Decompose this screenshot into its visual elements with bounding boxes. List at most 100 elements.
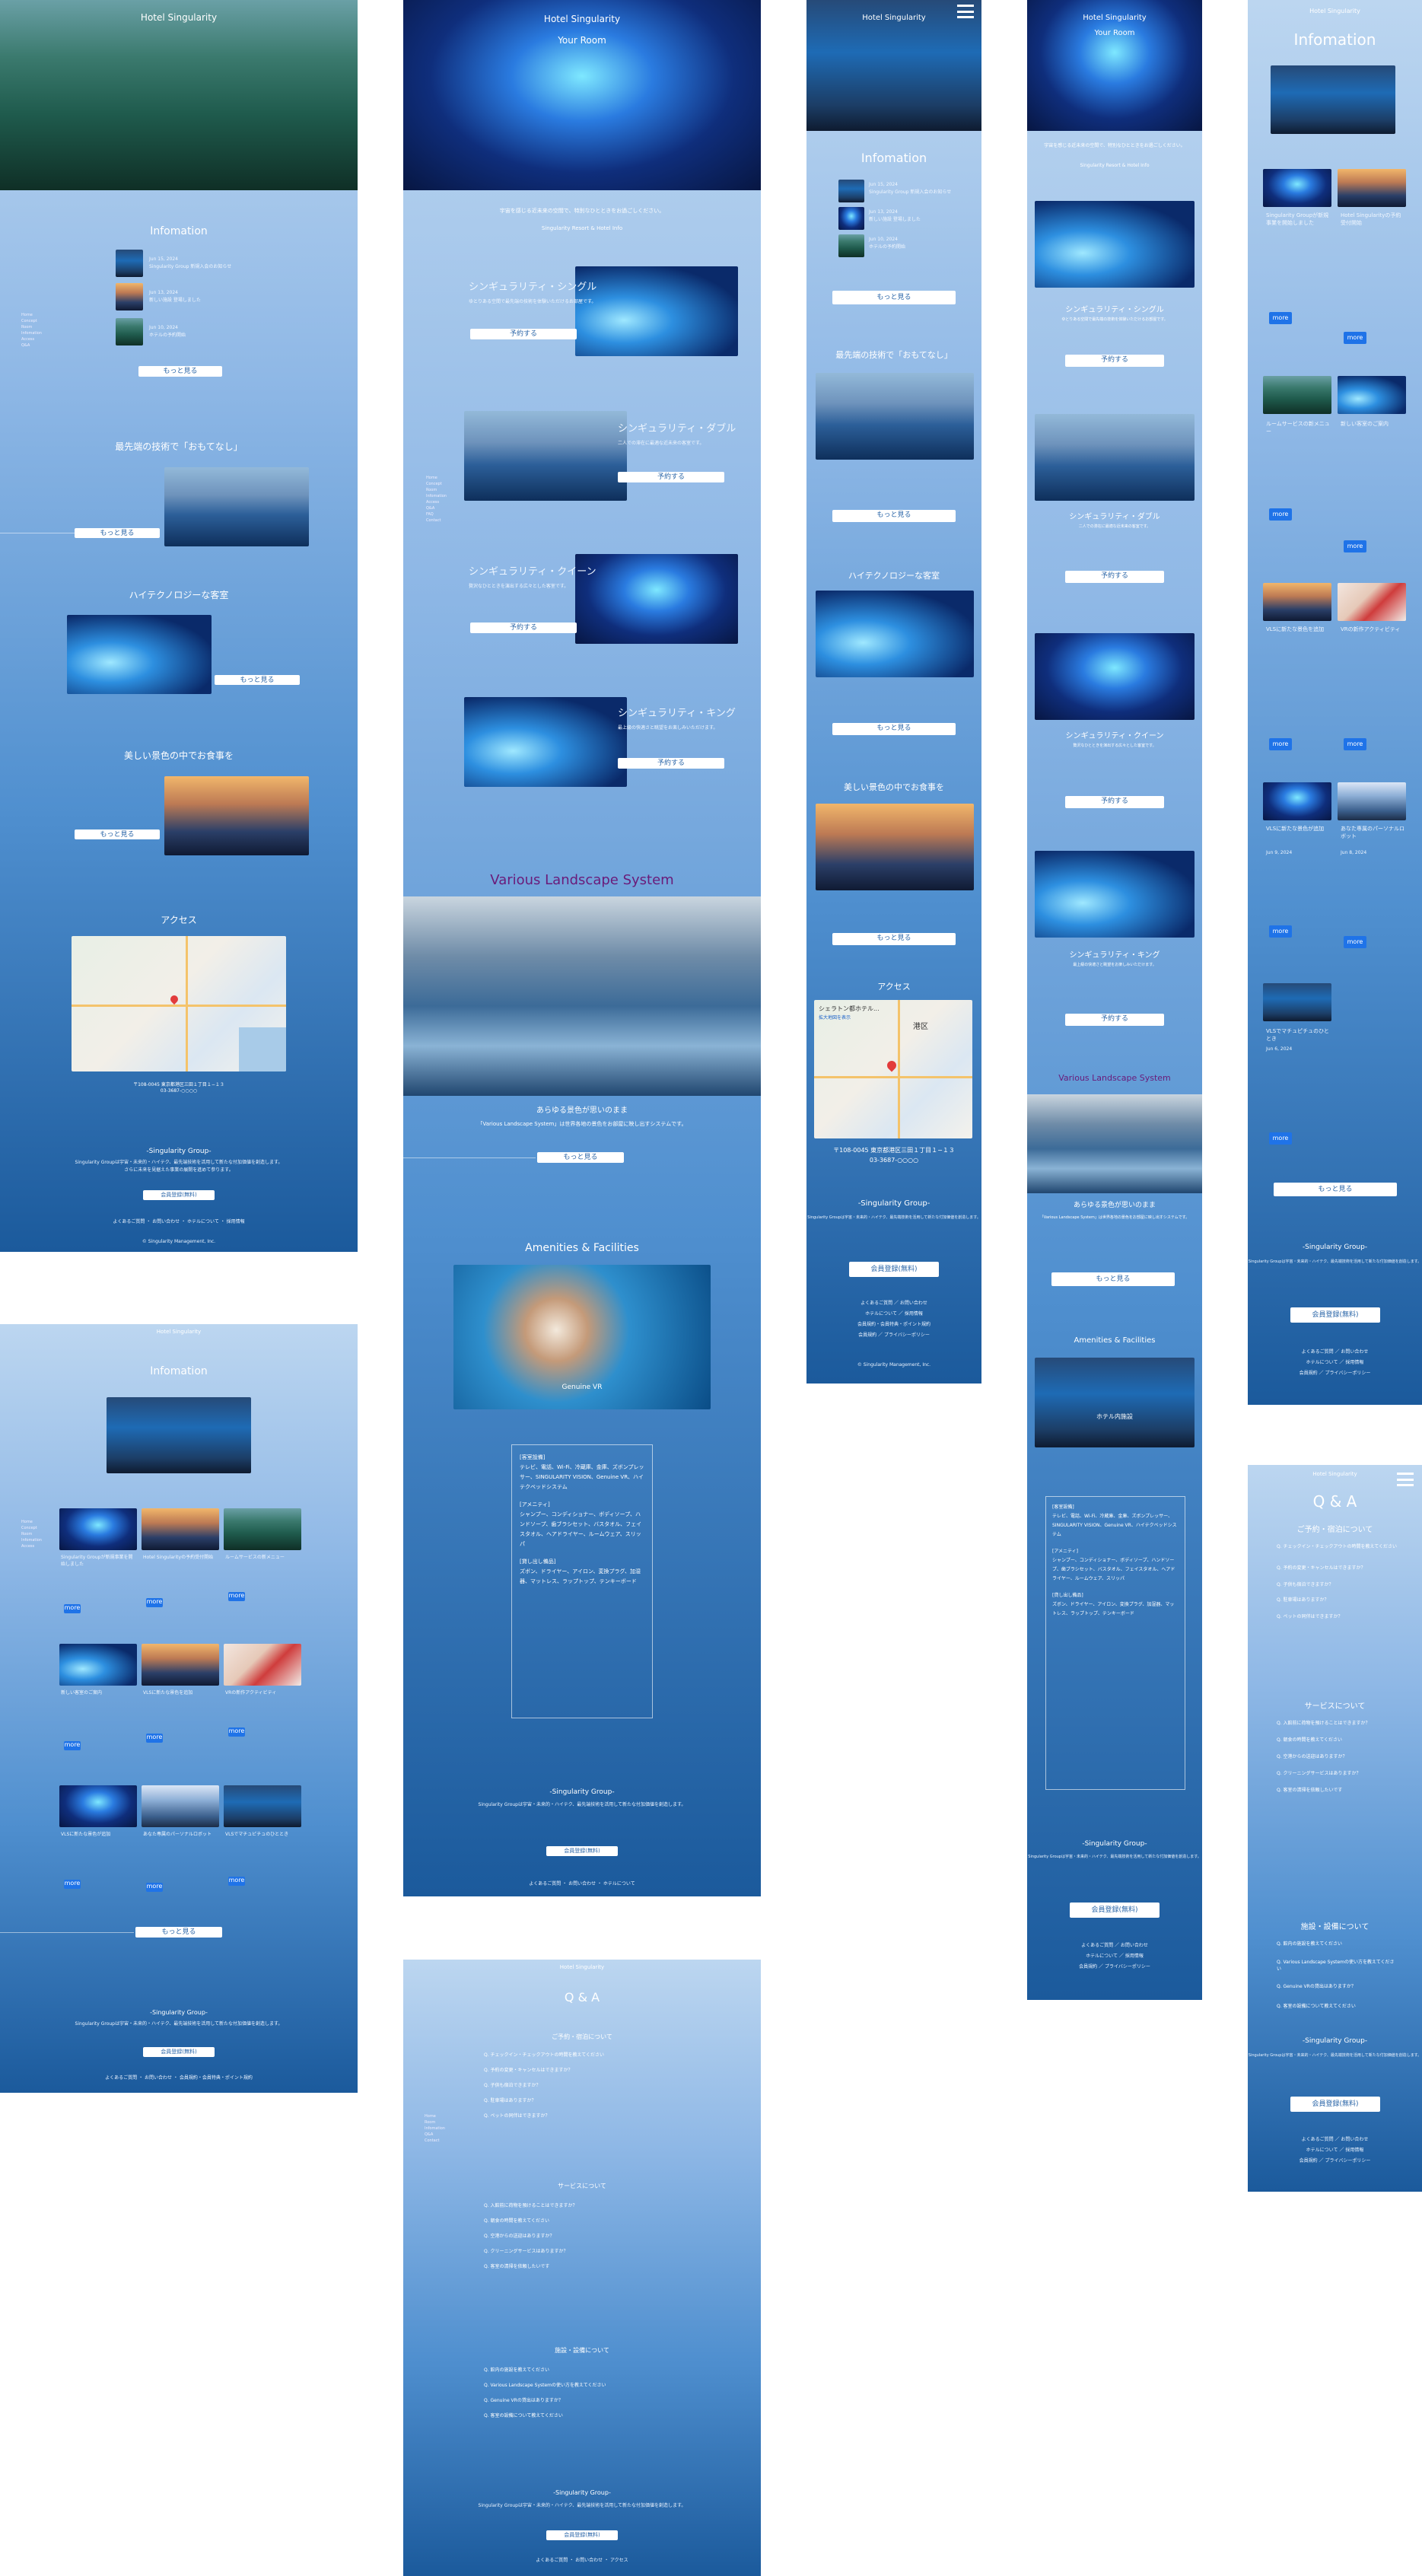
room-intro-link[interactable]: Singularity Resort & Hotel Info <box>403 225 761 231</box>
hotel-logo[interactable]: Hotel Singularity <box>403 1964 761 1970</box>
side-menu-item[interactable]: Q&A <box>426 505 457 511</box>
news-card-more[interactable]: more <box>64 1880 81 1889</box>
news-card-image[interactable] <box>142 1644 219 1686</box>
side-menu-item[interactable]: Concept <box>21 1525 52 1531</box>
footer-link[interactable]: 採用情報 <box>1125 1953 1144 1959</box>
footer-link[interactable]: 会員規約 <box>1079 1964 1097 1969</box>
qa-item[interactable]: Q. 子供も宿泊できますか？ <box>484 2081 541 2088</box>
room-king-image[interactable] <box>1035 851 1195 938</box>
news-card-image[interactable] <box>59 1785 137 1827</box>
news-card-image[interactable] <box>1263 583 1331 621</box>
footer-link[interactable]: お問い合わせ <box>575 2558 603 2563</box>
news-card-more[interactable]: more <box>228 1877 245 1886</box>
qa-item[interactable]: Q. Various Landscape Systemの使い方を教えてください <box>484 2381 606 2388</box>
footer-link[interactable]: よくあるご質問 <box>105 2075 137 2081</box>
news-card-title[interactable]: 新しい客室のご案内 <box>61 1689 135 1696</box>
room-single-reserve[interactable]: 予約する <box>1065 355 1164 367</box>
footer-link[interactable]: 会員規約 <box>1300 2158 1318 2164</box>
qa-item[interactable]: Q. 入館前に荷物を預けることはできますか？ <box>484 2202 577 2208</box>
footer-link[interactable]: ホテルについて <box>187 1219 219 1224</box>
news-card-title[interactable]: 新しい客室のご案内 <box>1341 420 1405 428</box>
feature-tec-more[interactable]: もっと見る <box>832 510 956 522</box>
qa-item[interactable]: Q. 駐車場はありますか？ <box>484 2097 536 2103</box>
news-text-3[interactable]: ホテルの予約開始 <box>869 244 975 250</box>
more-button[interactable]: もっと見る <box>1274 1183 1397 1196</box>
room-queen-image[interactable] <box>1035 633 1195 720</box>
side-menu-item[interactable]: Contact <box>426 517 457 524</box>
room-single-image[interactable] <box>1035 201 1195 288</box>
news-card-image[interactable] <box>1338 782 1406 820</box>
qa-item[interactable]: Q. 館内の施設を教えてください <box>1277 1940 1398 1947</box>
qa-item[interactable]: Q. 入館前に荷物を預けることはできますか？ <box>1277 1719 1398 1726</box>
feature-dinner-more[interactable]: もっと見る <box>832 933 956 945</box>
news-card-more[interactable]: more <box>146 1734 163 1743</box>
side-menu-item[interactable]: Access <box>21 336 52 342</box>
news-card-more[interactable]: more <box>228 1592 245 1601</box>
map-link[interactable]: 拡大地図を表示 <box>819 1014 851 1021</box>
more-button[interactable]: もっと見る <box>138 366 222 377</box>
news-card-image[interactable] <box>1338 583 1406 621</box>
side-menu-item[interactable]: Infomation <box>21 330 52 336</box>
room-double-image[interactable] <box>1035 414 1195 501</box>
news-card-more[interactable]: more <box>146 1883 163 1892</box>
footer-link[interactable]: お問い合わせ <box>1341 1349 1368 1355</box>
room-single-reserve[interactable]: 予約する <box>470 329 577 339</box>
qa-item[interactable]: Q. 駐車場はありますか？ <box>1277 1596 1398 1603</box>
news-card-title[interactable]: VRの新作アクティビティ <box>1341 626 1405 633</box>
qa-item[interactable]: Q. 予約の変更・キャンセルはできますか？ <box>484 2066 573 2073</box>
news-card-more[interactable]: more <box>1269 508 1292 521</box>
news-card-title[interactable]: VLSに新たな景色を追加 <box>143 1689 218 1696</box>
footer-link[interactable]: 会員規約・会員特典・ポイント規約 <box>180 2075 253 2081</box>
news-card-image[interactable] <box>59 1644 137 1686</box>
room-single-image[interactable] <box>575 266 738 356</box>
footer-link[interactable]: 会員規約・会員特典・ポイント規約 <box>857 1322 931 1327</box>
news-card-image[interactable] <box>224 1508 301 1550</box>
news-card-image[interactable] <box>1338 169 1406 207</box>
news-card-more[interactable]: more <box>1269 738 1292 750</box>
side-menu-item[interactable]: Home <box>21 312 52 318</box>
news-card-image[interactable] <box>142 1785 219 1827</box>
room-queen-reserve[interactable]: 予約する <box>1065 796 1164 808</box>
qa-item[interactable]: Q. Genuine VRの貸出はありますか？ <box>1277 1982 1398 1989</box>
hotel-logo[interactable]: Hotel Singularity <box>1248 1471 1422 1477</box>
footer-link[interactable]: ホテルについて <box>1306 1360 1338 1365</box>
qa-item[interactable]: Q. 客室の清掃を依頼したいです <box>1277 1786 1398 1793</box>
footer-link[interactable]: よくあるご質問 <box>1302 1349 1334 1355</box>
qa-item[interactable]: Q. 館内の施設を教えてください <box>484 2366 549 2373</box>
member-button[interactable]: 会員登録(無料) <box>849 1262 939 1277</box>
landscape-more[interactable]: もっと見る <box>1051 1272 1175 1286</box>
qa-item[interactable]: Q. 空港からの送迎はありますか？ <box>484 2232 555 2239</box>
qa-item[interactable]: Q. クリーニングサービスはありますか？ <box>1277 1769 1398 1776</box>
room-intro-link[interactable]: Singularity Resort & Hotel Info <box>1027 163 1202 168</box>
side-menu-item[interactable]: Infomation <box>426 493 457 499</box>
room-queen-image[interactable] <box>575 554 738 644</box>
footer-link[interactable]: プライバシーポリシー <box>1325 2158 1370 2164</box>
feature-hitech-more[interactable]: もっと見る <box>215 675 300 685</box>
side-menu-item[interactable]: Room <box>426 487 457 493</box>
footer-link[interactable]: 会員規約 <box>858 1333 876 1338</box>
amenity-image[interactable] <box>1035 1358 1195 1447</box>
news-card-title[interactable]: あなた専属のパーソナルロボット <box>1341 825 1405 840</box>
member-button[interactable]: 会員登録(無料) <box>143 2047 215 2057</box>
footer-link[interactable]: ホテルについて <box>865 1311 897 1317</box>
news-card-image[interactable] <box>224 1785 301 1827</box>
footer-link[interactable]: 採用情報 <box>1345 2148 1363 2153</box>
qa-item[interactable]: Q. チェックイン・チェックアウトの時間を教えてください <box>484 2051 604 2058</box>
news-card-image[interactable] <box>1263 376 1331 414</box>
footer-link[interactable]: よくあるご質問 <box>1302 2137 1334 2142</box>
landscape-image[interactable] <box>403 896 761 1096</box>
side-menu-item[interactable]: Access <box>21 1543 52 1549</box>
room-king-image[interactable] <box>464 697 627 787</box>
news-card-more[interactable]: more <box>1344 540 1366 552</box>
news-text-1[interactable]: Singularity Group 新規入会のお知らせ <box>869 189 975 196</box>
room-queen-reserve[interactable]: 予約する <box>470 623 577 633</box>
news-card-title[interactable]: Singularity Groupが新規事業を開始しました <box>1266 212 1330 227</box>
room-double-image[interactable] <box>464 411 627 501</box>
qa-item[interactable]: Q. 空港からの送迎はありますか？ <box>1277 1753 1398 1759</box>
hotel-logo[interactable]: Hotel Singularity <box>1027 14 1202 22</box>
member-button[interactable]: 会員登録(無料) <box>143 1190 215 1200</box>
news-card-more[interactable]: more <box>1344 332 1366 344</box>
landscape-more[interactable]: もっと見る <box>537 1152 624 1163</box>
side-menu-item[interactable]: Q&A <box>425 2132 455 2138</box>
hamburger-icon[interactable] <box>957 5 974 18</box>
